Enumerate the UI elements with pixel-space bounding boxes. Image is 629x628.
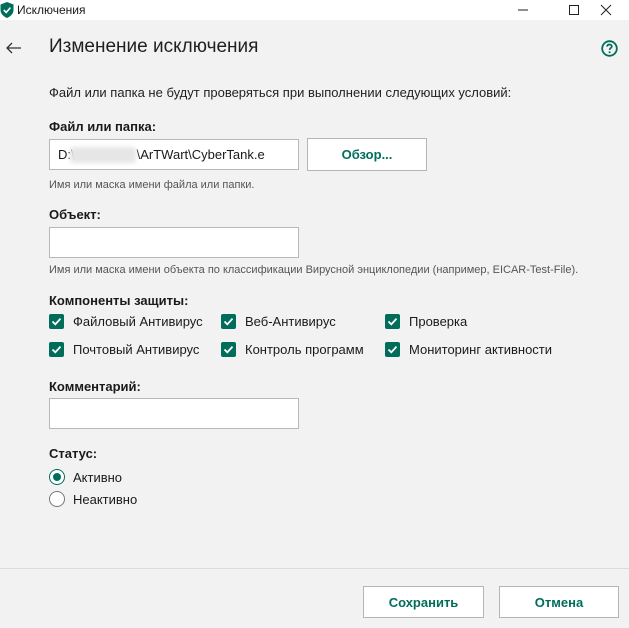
back-arrow-icon[interactable] xyxy=(4,38,24,58)
file-path-end: \ArTWart\CyberTank.e xyxy=(136,147,265,162)
checkbox-activity-monitor[interactable]: Мониторинг активности xyxy=(385,342,552,357)
radio-active[interactable]: Активно xyxy=(49,469,122,485)
checkbox-checked-icon[interactable] xyxy=(49,314,64,329)
cancel-button[interactable]: Отмена xyxy=(499,586,619,618)
close-icon xyxy=(600,4,612,16)
checkbox-checked-icon[interactable] xyxy=(385,314,400,329)
radio-unselected-icon[interactable] xyxy=(49,491,65,507)
checkbox-app-control[interactable]: Контроль программ xyxy=(221,342,364,357)
file-hint: Имя или маска имени файла или папки. xyxy=(49,179,255,191)
comment-label: Комментарий: xyxy=(49,379,141,394)
shield-app-icon xyxy=(0,2,14,18)
radio-inactive[interactable]: Неактивно xyxy=(49,491,137,507)
checkbox-label: Файловый Антивирус xyxy=(73,314,203,329)
checkbox-label: Почтовый Антивирус xyxy=(73,342,200,357)
file-label: Файл или папка: xyxy=(49,119,157,134)
window-title: Исключения xyxy=(17,3,86,17)
checkbox-checked-icon[interactable] xyxy=(385,342,400,357)
radio-label: Активно xyxy=(73,469,123,485)
checkbox-web-antivirus[interactable]: Веб-Антивирус xyxy=(221,314,336,329)
minimize-icon xyxy=(518,9,528,11)
page-title: Изменение исключения xyxy=(49,36,259,57)
comment-input[interactable] xyxy=(49,398,299,429)
checkbox-checked-icon[interactable] xyxy=(49,342,64,357)
radio-selected-icon[interactable] xyxy=(49,469,65,485)
checkbox-label: Контроль программ xyxy=(245,342,364,357)
redaction-blur xyxy=(70,147,136,163)
intro-text: Файл или папка не будут проверяться при … xyxy=(49,85,512,100)
help-icon[interactable] xyxy=(601,40,618,57)
browse-button[interactable]: Обзор... xyxy=(307,138,427,171)
footer-divider xyxy=(0,568,629,569)
title-bar: Исключения xyxy=(0,0,629,20)
minimize-button[interactable] xyxy=(500,0,546,20)
object-input[interactable] xyxy=(49,227,299,258)
object-label: Объект: xyxy=(49,207,101,222)
checkbox-scan[interactable]: Проверка xyxy=(385,314,467,329)
checkbox-file-antivirus[interactable]: Файловый Антивирус xyxy=(49,314,203,329)
checkbox-mail-antivirus[interactable]: Почтовый Антивирус xyxy=(49,342,199,357)
checkbox-label: Мониторинг активности xyxy=(409,342,553,357)
checkbox-checked-icon[interactable] xyxy=(221,314,236,329)
object-hint: Имя или маска имени объекта по классифик… xyxy=(49,264,579,276)
checkbox-label: Проверка xyxy=(409,314,468,329)
components-label: Компоненты защиты: xyxy=(49,293,189,308)
checkbox-label: Веб-Антивирус xyxy=(245,314,336,329)
status-label: Статус: xyxy=(49,446,98,461)
radio-label: Неактивно xyxy=(73,491,138,507)
maximize-icon xyxy=(569,5,579,15)
checkbox-checked-icon[interactable] xyxy=(221,342,236,357)
close-window-button[interactable] xyxy=(583,0,629,20)
save-button[interactable]: Сохранить xyxy=(363,586,484,618)
